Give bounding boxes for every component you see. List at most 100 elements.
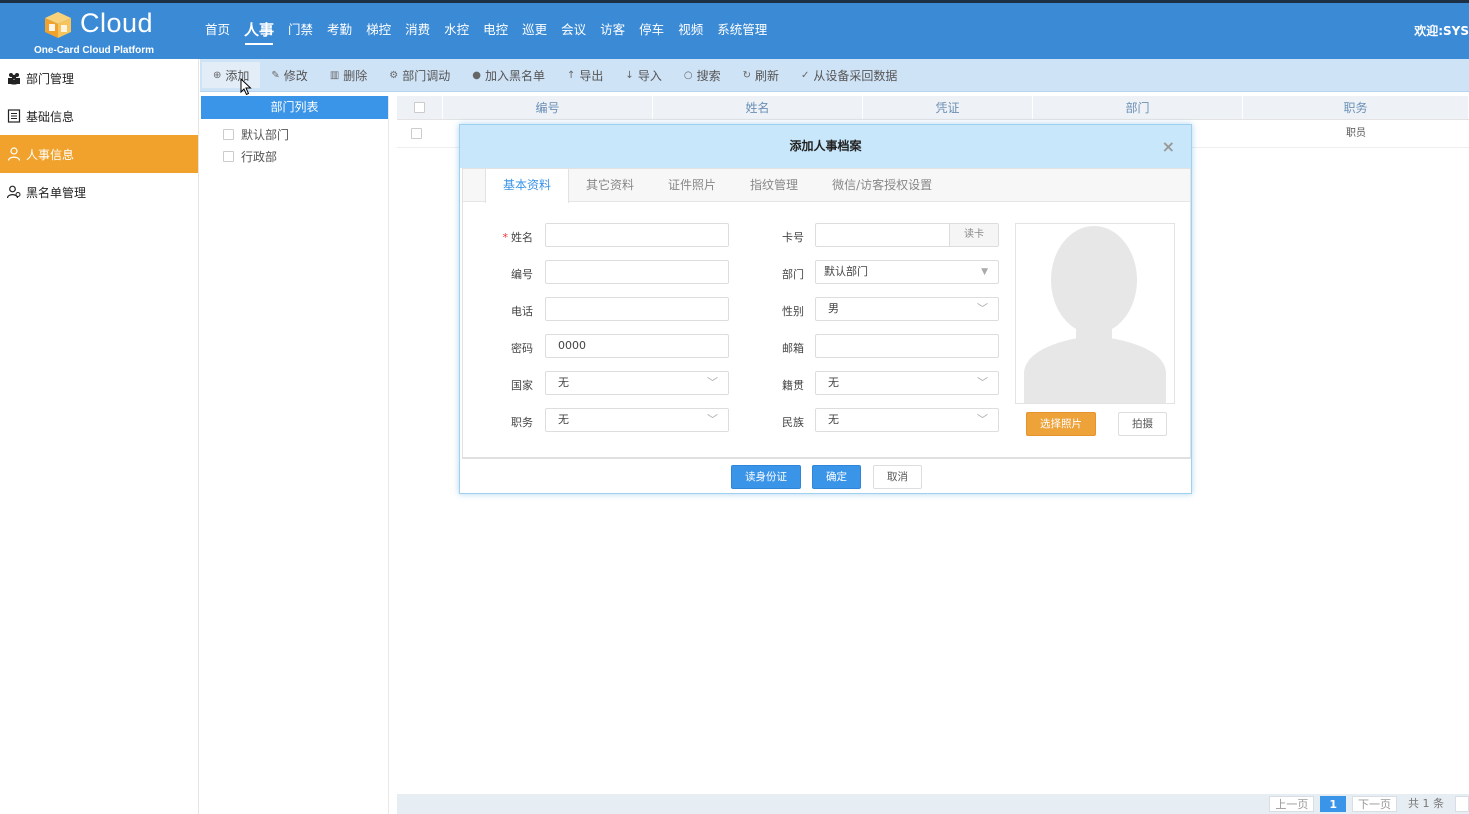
department-checkbox[interactable] xyxy=(223,150,234,162)
row-select-cell xyxy=(397,120,443,147)
refresh-button[interactable]: ↻ 刷新 xyxy=(732,62,790,88)
nav-consumption[interactable]: 消费 xyxy=(398,3,437,59)
tab-fingerprint[interactable]: 指纹管理 xyxy=(733,169,815,201)
country-select[interactable]: 无 ﹀ xyxy=(545,371,729,395)
read-card-button[interactable]: 读卡 xyxy=(949,224,998,246)
password-input[interactable]: 0000 xyxy=(545,334,729,358)
nav-access[interactable]: 门禁 xyxy=(281,3,320,59)
choose-photo-button[interactable]: 选择照片 xyxy=(1026,412,1096,436)
card-number-input[interactable]: 读卡 xyxy=(815,223,999,247)
refresh-icon: ↻ xyxy=(742,69,751,81)
trash-icon: ▥ xyxy=(329,69,340,81)
position-label: 职务 xyxy=(511,416,533,429)
edit-button[interactable]: ✎ 修改 xyxy=(260,62,318,88)
id-input[interactable] xyxy=(545,260,729,284)
page-size-select[interactable] xyxy=(1455,796,1469,812)
ethnicity-select[interactable]: 无 ﹀ xyxy=(815,408,999,432)
email-input[interactable] xyxy=(815,334,999,358)
pager: 上一页 1 下一页 共 1 条 xyxy=(397,794,1469,814)
welcome-user[interactable]: 欢迎:SYS xyxy=(1414,3,1469,59)
nav-video[interactable]: 视频 xyxy=(671,3,710,59)
nav-attendance[interactable]: 考勤 xyxy=(320,3,359,59)
row-checkbox[interactable] xyxy=(411,128,422,139)
grid-header: 编号 姓名 凭证 部门 职务 xyxy=(397,96,1469,120)
column-header-name[interactable]: 姓名 xyxy=(653,96,863,119)
password-label: 密码 xyxy=(511,342,533,355)
tab-wechat-visitor-auth[interactable]: 微信/访客授权设置 xyxy=(815,169,949,201)
nav-electric[interactable]: 电控 xyxy=(476,3,515,59)
nav-elevator[interactable]: 梯控 xyxy=(359,3,398,59)
nav-meeting[interactable]: 会议 xyxy=(554,3,593,59)
phone-label: 电话 xyxy=(511,305,533,318)
column-header-id[interactable]: 编号 xyxy=(443,96,653,119)
close-icon[interactable]: × xyxy=(1162,125,1175,168)
select-all-cell xyxy=(397,96,443,119)
nav-system[interactable]: 系统管理 xyxy=(710,3,774,59)
nav-water[interactable]: 水控 xyxy=(437,3,476,59)
toolbar: ⊕ 添加 ✎ 修改 ▥ 删除 ⚙ 部门调动 ● 加入黑名单 ↑ 导出 ↓ 导入 ○ 搜索 ↻ 刷新… xyxy=(200,59,1469,92)
nav-visitor[interactable]: 访客 xyxy=(593,3,632,59)
sidebar-item-personnel-info[interactable]: 人事信息 xyxy=(0,135,198,173)
sidebar-item-blacklist[interactable]: 黑名单管理 xyxy=(0,173,198,211)
tab-other-info[interactable]: 其它资料 xyxy=(569,169,651,201)
department-checkbox[interactable] xyxy=(223,128,234,140)
phone-input[interactable] xyxy=(545,297,729,321)
delete-button[interactable]: ▥ 删除 xyxy=(319,62,378,88)
take-photo-button[interactable]: 拍摄 xyxy=(1118,412,1167,436)
select-all-checkbox[interactable] xyxy=(414,102,425,113)
read-id-card-button[interactable]: 读身份证 xyxy=(731,465,801,489)
search-icon: ○ xyxy=(683,69,693,81)
photo-preview xyxy=(1015,223,1175,404)
column-header-credential[interactable]: 凭证 xyxy=(863,96,1033,119)
column-header-position[interactable]: 职务 xyxy=(1243,96,1469,119)
position-select[interactable]: 无 ﹀ xyxy=(545,408,729,432)
cancel-button[interactable]: 取消 xyxy=(873,465,922,489)
logo[interactable]: Cloud One-Card Cloud Platform xyxy=(30,6,170,60)
sidebar-item-label: 部门管理 xyxy=(26,71,75,86)
department-combo[interactable]: 默认部门 ▼ xyxy=(815,260,999,284)
department-transfer-button[interactable]: ⚙ 部门调动 xyxy=(378,62,461,88)
country-label: 国家 xyxy=(511,379,533,392)
plus-circle-icon: ⊕ xyxy=(213,69,222,81)
dialog-tab-panel: 基本资料 其它资料 证件照片 指纹管理 微信/访客授权设置 * 姓名 编号 电话 … xyxy=(462,168,1191,459)
column-header-department[interactable]: 部门 xyxy=(1033,96,1243,119)
add-blacklist-button[interactable]: ● 加入黑名单 xyxy=(461,62,556,88)
current-page-button[interactable]: 1 xyxy=(1320,796,1346,812)
tab-id-photo[interactable]: 证件照片 xyxy=(651,169,733,201)
sidebar-item-label: 人事信息 xyxy=(26,147,75,162)
next-page-button[interactable]: 下一页 xyxy=(1352,796,1397,812)
name-input[interactable] xyxy=(545,223,729,247)
nav-personnel[interactable]: 人事 xyxy=(237,3,281,59)
nav-home[interactable]: 首页 xyxy=(198,3,237,59)
sidebar-item-basic-info[interactable]: 基础信息 xyxy=(0,97,198,135)
import-button[interactable]: ↓ 导入 xyxy=(614,62,672,88)
department-item[interactable]: 行政部 xyxy=(201,145,388,167)
export-button[interactable]: ↑ 导出 xyxy=(556,62,614,88)
group-icon xyxy=(8,73,20,85)
email-label: 邮箱 xyxy=(782,342,804,355)
sidebar-item-departments[interactable]: 部门管理 xyxy=(0,59,198,97)
row-cell-position: 职员 xyxy=(1346,128,1366,139)
nav-patrol[interactable]: 巡更 xyxy=(515,3,554,59)
logo-subtitle: One-Card Cloud Platform xyxy=(34,45,155,56)
prev-page-button[interactable]: 上一页 xyxy=(1269,796,1315,812)
main-nav: 首页 人事 门禁 考勤 梯控 消费 水控 电控 巡更 会议 访客 停车 视频 系… xyxy=(198,3,774,59)
gender-select[interactable]: 男 ﹀ xyxy=(815,297,999,321)
confirm-button[interactable]: 确定 xyxy=(812,465,861,489)
department-list-header: 部门列表 xyxy=(201,96,388,119)
search-button[interactable]: ○ 搜索 xyxy=(673,62,732,88)
tab-basic-info[interactable]: 基本资料 xyxy=(485,169,570,203)
fetch-from-device-button[interactable]: ✓ 从设备采回数据 xyxy=(790,62,908,88)
required-marker: * xyxy=(502,231,509,244)
native-place-select[interactable]: 无 ﹀ xyxy=(815,371,999,395)
nav-parking[interactable]: 停车 xyxy=(632,3,671,59)
chevron-down-icon: ﹀ xyxy=(977,413,988,426)
logo-text: Cloud xyxy=(80,8,154,38)
exclamation-icon: ● xyxy=(472,69,481,81)
department-item[interactable]: 默认部门 xyxy=(201,123,388,145)
dialog-title: 添加人事档案 × xyxy=(460,125,1191,168)
native-place-label: 籍贯 xyxy=(782,379,804,392)
sidebar: 部门管理 基础信息 人事信息 黑名单管理 xyxy=(0,59,199,814)
arrow-down-icon: ↓ xyxy=(625,69,634,81)
blacklist-icon xyxy=(7,185,21,199)
